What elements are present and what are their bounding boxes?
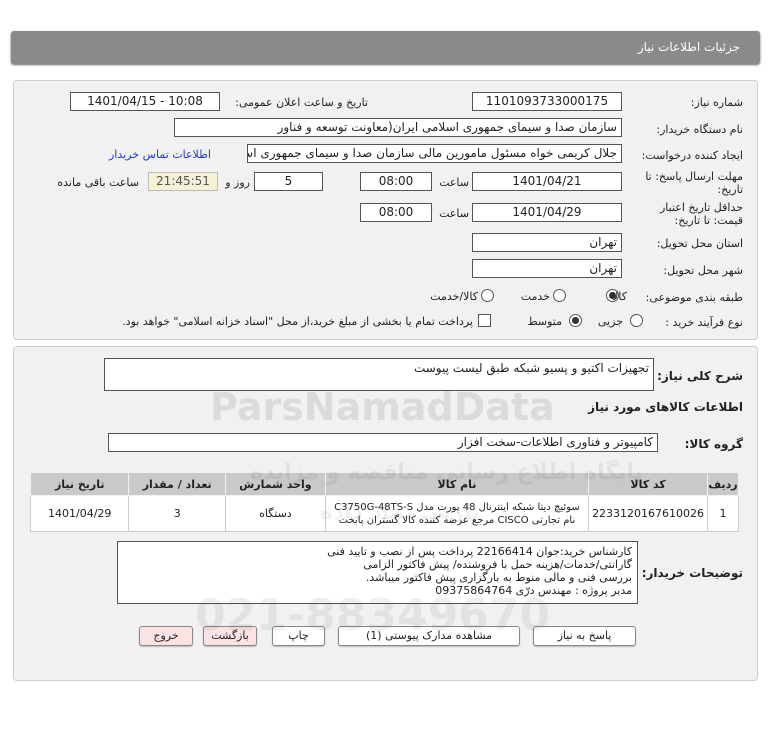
need-number-label: شماره نیاز:	[690, 96, 743, 109]
goods-section-title: اطلاعات کالاهای مورد نیاز	[588, 400, 743, 414]
deadline-time-field: 08:00	[360, 172, 432, 191]
treasury-checkbox[interactable]	[478, 314, 491, 327]
column-header-code: کد کالا	[588, 472, 709, 496]
category-option-service: خدمت	[520, 290, 550, 303]
category-label: طبقه بندی موضوعی:	[645, 291, 743, 304]
city-field: تهران	[472, 259, 622, 278]
back-button[interactable]: بازگشت	[203, 626, 257, 646]
process-option-partial: جزیی	[597, 315, 623, 328]
cell-unit: دستگاه	[224, 495, 326, 532]
need-number-field: 1101093733000175	[472, 92, 622, 111]
validity-label-line1: حداقل تاریخ اعتبار	[659, 201, 743, 214]
remaining-days-label: روز و	[225, 176, 250, 189]
goods-table: ردیف کد کالا نام کالا واحد شمارش تعداد /…	[29, 472, 739, 532]
creator-field: جلال کریمی خواه مسئول مامورین مالی سازما…	[247, 144, 622, 163]
cell-index: 1	[707, 495, 739, 532]
summary-label: شرح کلی نیاز:	[657, 369, 743, 383]
cell-qty: 3	[128, 495, 226, 532]
validity-time-label: ساعت	[439, 207, 469, 220]
reply-button[interactable]: پاسخ به نیاز	[533, 626, 636, 646]
province-label: استان محل تحویل:	[656, 237, 743, 250]
validity-time-field: 08:00	[360, 203, 432, 222]
buyer-org-label: نام دستگاه خریدار:	[656, 123, 743, 136]
buyer-notes-line: بررسی فنی و مالی منوط به بارگزاری پیش فا…	[365, 571, 632, 584]
city-label: شهر محل تحویل:	[663, 264, 743, 277]
cell-date: 1401/04/29	[29, 495, 130, 532]
cell-code: 2233120167610026	[588, 495, 709, 532]
print-button[interactable]: چاپ	[272, 626, 325, 646]
category-radio-service[interactable]	[553, 289, 566, 302]
page-title: جزئیات اطلاعات نیاز	[637, 40, 740, 54]
validity-label-line2: قیمت: تا تاریخ:	[674, 214, 743, 227]
deadline-label-line1: مهلت ارسال پاسخ: تا	[645, 170, 743, 183]
creator-label: ایجاد کننده درخواست:	[641, 149, 743, 162]
buyer-notes-line: کارشناس خرید:جوان 22166414 پرداخت پس از …	[327, 545, 632, 558]
goods-group-label: گروه کالا:	[684, 437, 743, 451]
deadline-date-field: 1401/04/21	[472, 172, 622, 191]
category-option-goods: کالا	[612, 290, 627, 303]
remaining-days-field: 5	[254, 172, 323, 191]
remaining-time-label: ساعت باقی مانده	[57, 176, 139, 189]
province-field: تهران	[472, 233, 622, 252]
buyer-notes-box: کارشناس خرید:جوان 22166414 پرداخت پس از …	[117, 541, 638, 604]
announce-date-field: 1401/04/15 - 10:08	[70, 92, 220, 111]
column-header-name: نام کالا	[324, 472, 590, 496]
deadline-time-label: ساعت	[439, 176, 469, 189]
goods-group-field: کامپیوتر و فناوری اطلاعات-سخت افزار	[108, 433, 658, 452]
deadline-label-line2: تاریخ:	[717, 183, 743, 196]
attachments-button[interactable]: مشاهده مدارک پیوستی (1)	[338, 626, 520, 646]
category-option-goods-service: کالا/خدمت	[430, 290, 478, 303]
remaining-time-field: 21:45:51	[148, 172, 218, 191]
column-header-index: ردیف	[707, 472, 739, 496]
buyer-notes-line: گارانتی/خدمات/هزینه حمل با فروشنده/ پیش …	[363, 558, 632, 571]
buyer-org-field: سازمان صدا و سیمای جمهوری اسلامی ایران(م…	[174, 118, 622, 137]
treasury-note: پرداخت تمام یا بخشی از مبلغ خرید،از محل …	[122, 315, 473, 328]
buyer-notes-line: مدیر پروژه : مهندس درّی 09375864764	[435, 584, 632, 597]
column-header-date: تاریخ نیاز	[29, 472, 130, 496]
validity-date-field: 1401/04/29	[472, 203, 622, 222]
announce-date-label: تاریخ و ساعت اعلان عمومی:	[235, 96, 368, 109]
process-label: نوع فرآیند خرید :	[665, 316, 743, 329]
process-radio-partial[interactable]	[630, 314, 643, 327]
process-option-medium: متوسط	[527, 315, 562, 328]
process-radio-medium[interactable]	[569, 314, 582, 327]
column-header-unit: واحد شمارش	[224, 472, 326, 496]
column-header-qty: تعداد / مقدار	[128, 472, 226, 496]
summary-field: تجهیزات اکتیو و پسیو شبکه طبق لیست پیوست	[104, 358, 654, 391]
page-header: جزئیات اطلاعات نیاز	[11, 31, 760, 64]
cell-name: سوئیچ دیتا شبکه اینترنال 48 پورت مدل C37…	[324, 495, 590, 532]
buyer-contact-link[interactable]: اطلاعات تماس خریدار	[109, 148, 211, 161]
exit-button[interactable]: خروج	[139, 626, 193, 646]
goods-table-header: ردیف کد کالا نام کالا واحد شمارش تعداد /…	[29, 472, 739, 496]
table-row: 1 2233120167610026 سوئیچ دیتا شبکه اینتر…	[29, 495, 739, 532]
buyer-notes-label: توضیحات خریدار:	[641, 566, 743, 580]
category-radio-goods-service[interactable]	[481, 289, 494, 302]
